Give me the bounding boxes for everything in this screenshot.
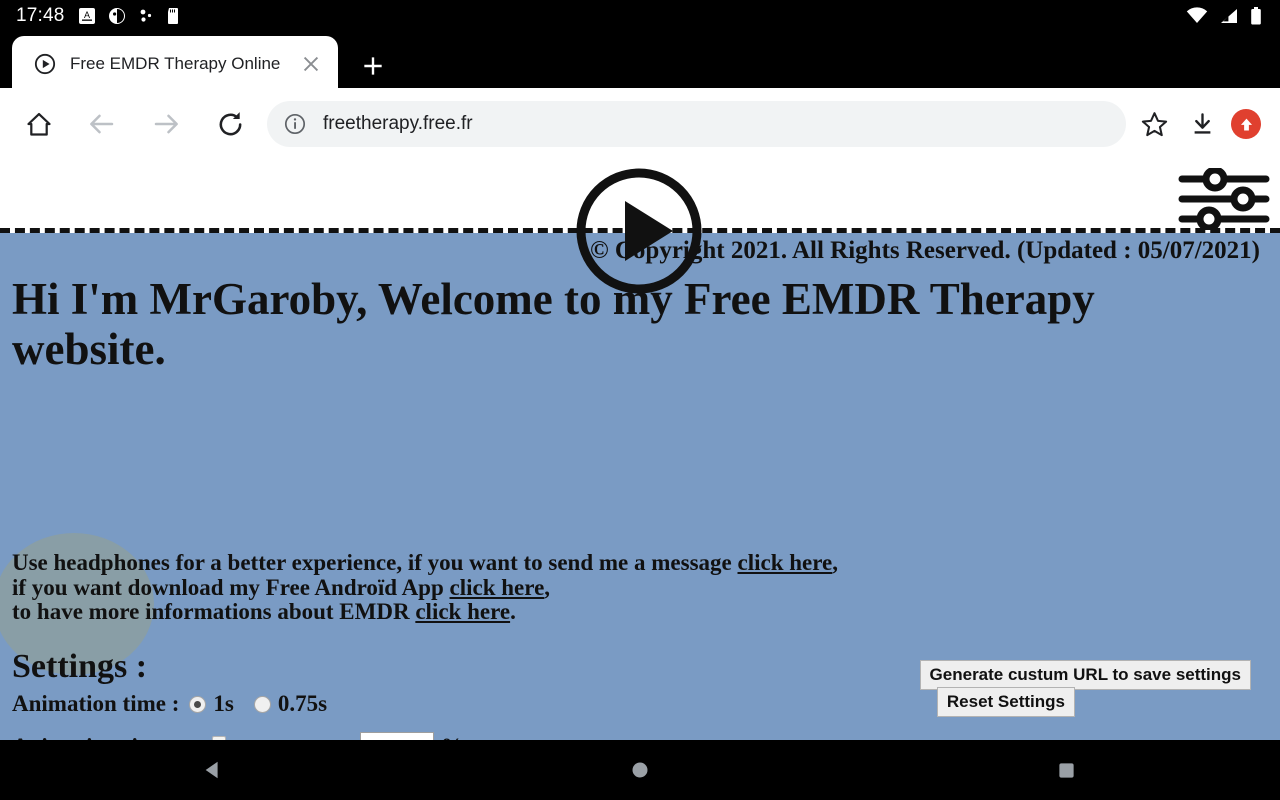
browser-chrome: Free EMDR Therapy Online freetherapy.fre… [0, 32, 1280, 160]
notification-icon [108, 8, 125, 24]
arrow-right-icon[interactable] [143, 101, 189, 147]
info-circle-icon[interactable] [283, 112, 307, 136]
close-icon[interactable] [294, 47, 328, 81]
new-tab-button[interactable] [352, 45, 394, 87]
intro-line-2-after: , [544, 574, 551, 600]
browser-toolbar: freetherapy.free.fr [0, 88, 1280, 160]
status-bar-clock: 17:48 [16, 5, 65, 26]
page-title: Hi I'm MrGaroby, Welcome to my Free EMDR… [12, 274, 1095, 374]
cellular-signal-icon [1221, 9, 1237, 23]
generate-url-button[interactable]: Generate custum URL to save settings [919, 660, 1251, 690]
page-content: © Copyright 2021. All Rights Reserved. (… [0, 233, 1280, 740]
intro-line-3-after: . [510, 599, 516, 624]
url-text: freetherapy.free.fr [323, 113, 473, 134]
square-recents-icon[interactable] [1035, 740, 1099, 800]
intro-line-1-before: Use headphones for a better experience, … [12, 550, 738, 575]
intro-line-2: if you want download my Free Androïd App… [12, 574, 838, 601]
page-header-white-strip [0, 160, 1280, 228]
bluetooth-dots-icon [140, 9, 151, 22]
home-icon[interactable] [16, 101, 62, 147]
browser-tab[interactable]: Free EMDR Therapy Online [12, 36, 338, 92]
animation-time-option-1s-label: 1s [213, 691, 234, 716]
contact-link[interactable]: click here [738, 550, 833, 575]
address-bar[interactable]: freetherapy.free.fr [267, 101, 1126, 147]
animation-time-row: Animation time : 1s 0.75s [12, 691, 345, 717]
tab-title: Free EMDR Therapy Online [70, 54, 281, 73]
star-icon[interactable] [1130, 100, 1178, 148]
intro-line-2-before: if you want download my Free Androïd App [12, 574, 450, 600]
copyright-text: © Copyright 2021. All Rights Reserved. (… [589, 237, 1260, 264]
toolbar-right-actions [1130, 100, 1270, 148]
animation-size-unit: % [441, 734, 464, 740]
android-device-screen: 17:48 A Free EMDR Therapy Online freethe… [0, 0, 1280, 800]
intro-line-3: to have more informations about EMDR cli… [12, 599, 838, 625]
radio-animation-time-1s[interactable] [189, 695, 207, 713]
arrow-left-icon[interactable] [79, 101, 125, 147]
sd-card-icon [167, 8, 178, 24]
android-navigation-bar [0, 740, 1280, 800]
status-bar-left: 17:48 A [16, 5, 180, 27]
status-bar-notification-icons: A [78, 7, 180, 25]
page-viewport: © Copyright 2021. All Rights Reserved. (… [0, 160, 1280, 740]
animation-size-slider[interactable] [186, 736, 354, 740]
android-status-bar: 17:48 A [0, 0, 1280, 32]
tab-strip: Free EMDR Therapy Online [0, 32, 1280, 92]
wifi-icon [1186, 7, 1208, 23]
reload-icon[interactable] [207, 101, 253, 147]
battery-icon [1251, 7, 1261, 25]
play-circle-icon [34, 53, 56, 75]
alarm-a-icon: A [78, 8, 95, 24]
status-bar-right [1186, 6, 1266, 26]
download-icon[interactable] [1178, 100, 1226, 148]
animation-time-label: Animation time : [12, 691, 180, 716]
circle-home-icon[interactable] [608, 740, 672, 800]
intro-line-3-before: to have more informations about EMDR [12, 599, 416, 624]
animation-size-label: Animation size : [12, 734, 172, 740]
sliders-icon[interactable] [1176, 166, 1272, 232]
animation-size-row: Animation size : 20 % [12, 732, 464, 740]
update-arrow-icon[interactable] [1231, 109, 1261, 139]
triangle-back-icon[interactable] [181, 740, 245, 800]
android-app-link[interactable]: click here [450, 575, 545, 600]
settings-heading: Settings : [12, 648, 148, 685]
intro-line-1-after: , [832, 550, 838, 575]
emdr-info-link[interactable]: click here [415, 599, 510, 624]
radio-animation-time-075s[interactable] [253, 695, 271, 713]
slider-thumb[interactable] [211, 736, 226, 740]
animation-size-input[interactable]: 20 [359, 732, 434, 740]
animation-time-option-075s-label: 0.75s [277, 691, 328, 716]
svg-text:A: A [84, 10, 90, 20]
reset-settings-button[interactable]: Reset Settings [936, 687, 1075, 717]
intro-paragraph: Use headphones for a better experience, … [12, 550, 838, 625]
intro-line-1: Use headphones for a better experience, … [12, 550, 838, 576]
